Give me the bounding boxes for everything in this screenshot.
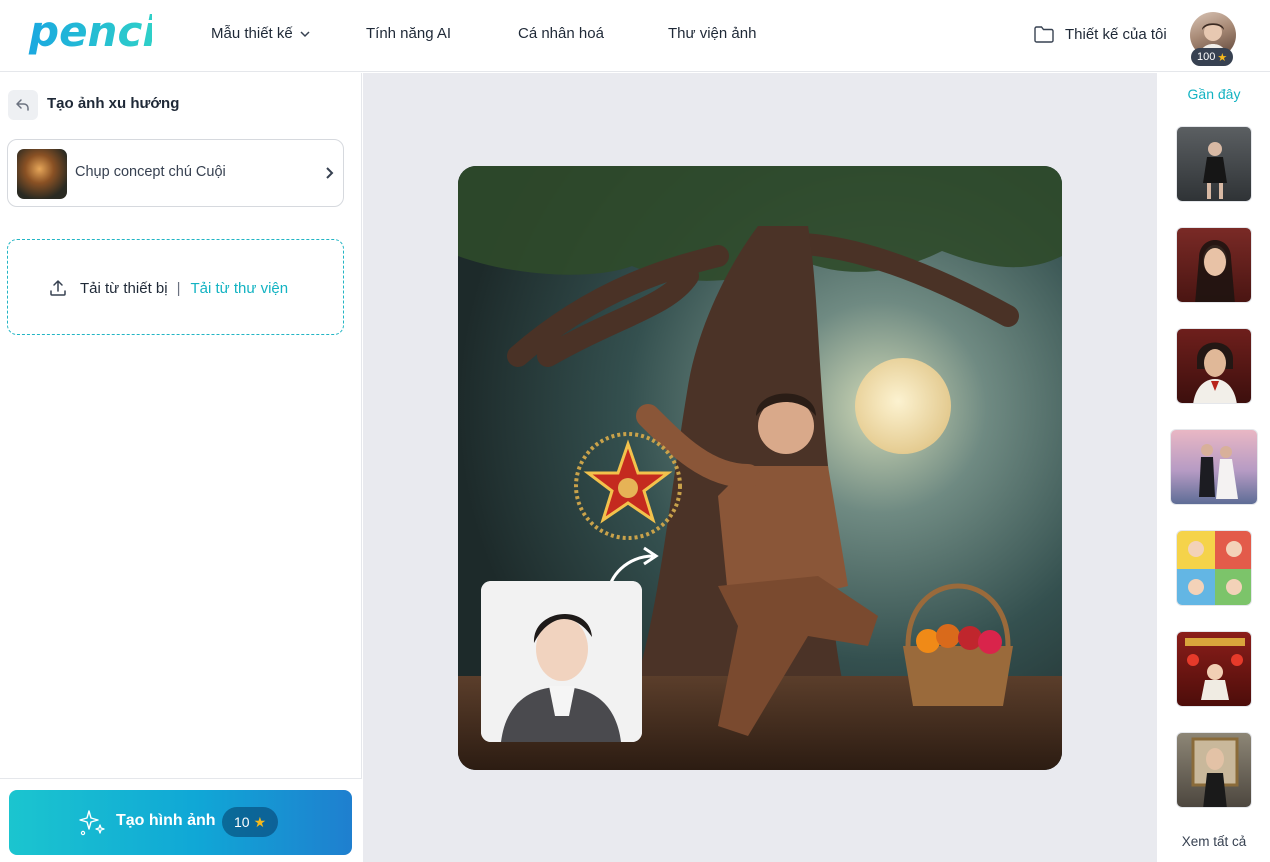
star-icon: ★ (253, 813, 267, 830)
points-badge: 100 ★ (1191, 48, 1234, 66)
upload-options: Tải từ thiết bị | Tải từ thư viện (48, 278, 288, 298)
sparkles-icon (79, 810, 105, 836)
recent-thumb-6[interactable] (1176, 631, 1252, 707)
nav-personalize[interactable]: Cá nhân hoá (518, 25, 604, 42)
my-designs-label: Thiết kế của tôi (1065, 25, 1167, 43)
upload-from-library[interactable]: Tải từ thư viện (190, 280, 288, 297)
folder-icon (1034, 26, 1054, 43)
penci-logo[interactable]: penci (27, 6, 152, 62)
recent-thumb-3[interactable] (1176, 328, 1252, 404)
concept-thumbnail (17, 149, 67, 199)
recent-thumb-2[interactable] (1176, 227, 1252, 303)
generate-footer: Tạo hình ảnh 10 ★ (0, 778, 362, 862)
nav-templates-label: Mẫu thiết kế (211, 25, 293, 42)
recent-label[interactable]: Gần đây (1158, 86, 1270, 102)
recent-thumb-4[interactable] (1170, 429, 1258, 505)
user-avatar-button[interactable]: 100 ★ (1190, 12, 1238, 68)
nav-templates[interactable]: Mẫu thiết kế (211, 25, 311, 42)
generate-cost-value: 10 (234, 814, 250, 830)
concept-label: Chụp concept chú Cuội (75, 164, 226, 180)
generate-image-button[interactable]: Tạo hình ảnh 10 ★ (9, 790, 352, 855)
nav-ai-features[interactable]: Tính năng AI (366, 25, 451, 42)
recent-thumb-1[interactable] (1176, 126, 1252, 202)
upload-device-label: Tải từ thiết bị (80, 279, 168, 297)
upload-from-device[interactable]: Tải từ thiết bị (48, 278, 168, 298)
generate-label: Tạo hình ảnh (116, 812, 216, 829)
chevron-down-icon (300, 30, 310, 37)
preview-image (458, 166, 1062, 770)
see-all-link[interactable]: Xem tất cả (1158, 834, 1270, 849)
chevron-right-icon (326, 167, 334, 179)
back-button[interactable] (8, 90, 38, 120)
recent-panel: Gần đây Xem tất cả (1158, 73, 1270, 862)
left-panel: Tạo ảnh xu hướng Chụp concept chú Cuội T… (0, 73, 362, 862)
nav-photo-library-label: Thư viện ảnh (668, 25, 757, 42)
upload-icon (50, 280, 66, 296)
concept-selector[interactable]: Chụp concept chú Cuội (7, 139, 344, 207)
upload-separator: | (176, 279, 181, 297)
upload-dropzone[interactable]: Tải từ thiết bị | Tải từ thư viện (7, 239, 344, 335)
panel-title: Tạo ảnh xu hướng (47, 95, 180, 112)
generate-cost-badge: 10 ★ (222, 807, 279, 837)
star-icon: ★ (1217, 51, 1228, 64)
preview-area (363, 73, 1157, 862)
nav-photo-library[interactable]: Thư viện ảnh (668, 25, 756, 42)
svg-text:penci: penci (28, 7, 152, 56)
back-arrow-icon (16, 99, 29, 111)
top-header: penci Mẫu thiết kế Tính năng AI Cá nhân … (0, 0, 1270, 72)
recent-thumb-7[interactable] (1176, 732, 1252, 808)
recent-thumb-5[interactable] (1176, 530, 1252, 606)
points-value: 100 (1197, 51, 1216, 63)
source-face-image (481, 581, 642, 742)
nav-ai-features-label: Tính năng AI (366, 25, 452, 42)
my-designs-link[interactable]: Thiết kế của tôi (1033, 24, 1167, 44)
nav-personalize-label: Cá nhân hoá (518, 25, 604, 42)
